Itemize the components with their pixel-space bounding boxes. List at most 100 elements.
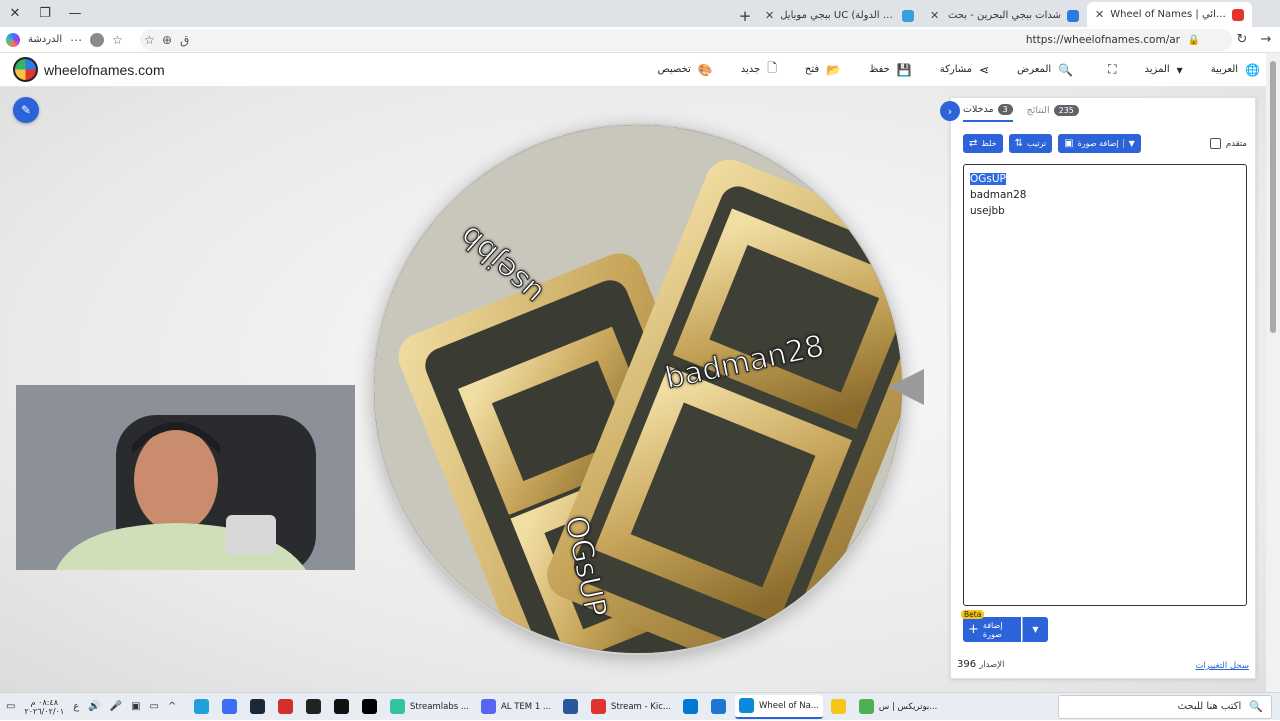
advanced-checkbox[interactable] [1209,138,1221,149]
chevron-down-icon[interactable]: ▼ [1122,139,1135,148]
favorite-icon[interactable]: ☆ [144,33,155,47]
url-field[interactable]: ☆ ⊕ ق https://wheelofnames.com/ar 🔒 [140,29,1232,51]
browser-tab[interactable]: شدات ببجي البحرين - بحث ✕ [922,4,1087,27]
clock[interactable]: ٠٨:٤٨ م ٢٠٢٦/٠٢/٠١ [24,698,64,716]
battery-icon[interactable]: ▭ [150,701,159,712]
sort-button[interactable]: ⇅ ترتيب [1008,134,1053,153]
taskbar-app[interactable] [330,695,354,719]
taskbar-app[interactable] [246,695,270,719]
app-icon [194,699,209,714]
window-restore-button[interactable]: ❐ [30,0,60,27]
menu-item-share[interactable]: ⋖ مشاركة [940,63,989,77]
menu-item-fullscreen[interactable]: ⛶ [1101,62,1116,77]
taskbar-apps: Streamlabs ... AL TEM 1 ... Stream - Kic..… [190,693,1040,721]
scrollbar-thumb[interactable] [1270,61,1276,333]
shuffle-button[interactable]: ⇄ خلط [963,134,1003,153]
taskbar-app[interactable] [827,695,851,719]
browser-tab[interactable]: ببجي موبايل UC (اسم الدولة) | خصم... ✕ [757,4,922,27]
brand-name: wheelofnames.com [44,61,165,78]
wheel[interactable]: usejbb badman28 OGsUP [372,123,904,655]
profile-avatar[interactable] [90,32,105,47]
entry-text: badman28 [970,189,1027,201]
chevron-down-icon[interactable]: ▼ [1022,617,1048,642]
back-icon[interactable]: → [1254,28,1278,52]
edit-icon[interactable]: ✎ [13,97,39,123]
refresh-icon[interactable]: ↻ [1230,28,1254,52]
taskbar-app[interactable] [218,695,242,719]
menu-item-caret-down[interactable]: ▾ المزيد [1145,63,1183,77]
app-icon [390,699,405,714]
app-icon [278,699,293,714]
taskbar-search[interactable]: 🔍 اكتب هنا للبحث [1058,694,1272,719]
changelog-link[interactable]: سجل التغييرات [1195,661,1249,671]
add-image-button[interactable]: ▣ إضافة صورة ▼ [1058,134,1141,153]
menu-item-palette[interactable]: 🎨 تخصيص [658,63,713,77]
tab-entries[interactable]: 3 مدخلات [963,102,1013,122]
volume-icon[interactable]: 🔊 [88,701,100,712]
tray-overflow-icon[interactable]: ^ [168,701,176,712]
browser-tab[interactable]: Wheel of Names | الاسم العشوائي ✕ [1087,2,1252,27]
translate-icon[interactable]: ق [180,33,189,47]
entry-line[interactable]: badman28 [970,187,1240,203]
taskbar-app[interactable]: Streamlabs ... [386,695,473,719]
browser-tabs: Wheel of Names | الاسم العشوائي✕شدات ببج… [733,2,1252,27]
network-icon[interactable]: ▣ [131,701,140,712]
results-count-badge: 235 [1053,105,1079,116]
app-icon [591,699,607,714]
entries-panel: › 3 مدخلات 235 النتائج ⇄ خلط ⇅ ترتيب ▣ إ… [940,97,1256,679]
collections-icon[interactable]: ☆ [112,33,123,47]
taskbar-app[interactable]: Wheel of Na... [735,694,823,719]
site-header: wheelofnames.com 🌐 العربية ▾ المزيد ⛶ 🔍 المعرض… [0,53,1266,87]
lock-icon[interactable]: 🔒 [1188,35,1200,46]
menu-item-label: العربية [1210,64,1239,75]
taskbar-app[interactable]: AL TEM 1 ... [477,695,555,719]
menu-item-file[interactable]: 🗋 جديد [741,59,777,80]
taskbar-app[interactable]: بوتريكس | س... [855,695,941,719]
brand[interactable]: wheelofnames.com [13,57,165,82]
add-image-bottom: + إضافة صورة ▼ Beta [961,610,1048,642]
version-number: 396 [957,659,977,670]
microphone-icon[interactable]: 🎤 [110,701,122,712]
tab-close-icon[interactable]: ✕ [1095,8,1104,21]
copilot-icon[interactable] [6,32,20,47]
language-indicator[interactable]: ع [73,701,79,712]
entries-textarea[interactable]: OGsUP badman28 usejbb [963,164,1247,606]
app-label: AL TEM 1 ... [500,701,552,712]
app-icon [334,699,349,714]
tab-results[interactable]: 235 النتائج [1027,102,1079,122]
tab-close-icon[interactable]: ✕ [930,9,939,22]
advanced-toggle[interactable]: متقدم [1209,138,1247,149]
taskbar-app[interactable] [707,695,731,719]
menu-item-folder[interactable]: 📂 فتح [805,63,841,77]
taskbar-app[interactable] [559,695,583,719]
window-minimize-button[interactable]: — [60,0,90,27]
taskbar-app[interactable] [302,695,326,719]
menu-item-save[interactable]: 💾 حفظ [869,63,912,77]
taskbar-app[interactable]: Stream - Kic... [587,695,675,719]
read-aloud-icon[interactable]: ⊕ [162,33,172,47]
taskbar-app[interactable] [358,695,382,719]
taskbar-app[interactable] [274,695,298,719]
taskbar-app[interactable] [679,695,703,719]
menu-item-label: مشاركة [939,64,973,75]
notification-icon[interactable]: ▭ [6,701,15,712]
more-icon[interactable]: ⋯ [70,33,82,47]
taskbar-app[interactable] [190,695,214,719]
app-icon [711,699,726,714]
tab-title: ببجي موبايل UC (اسم الدولة) | خصم... [780,10,896,21]
page-scrollbar[interactable] [1266,53,1280,692]
add-image-bottom-button[interactable]: + إضافة صورة [963,617,1021,642]
new-tab-button[interactable]: + [733,4,757,27]
chat-label[interactable]: الدردشة [28,34,62,45]
tab-close-icon[interactable]: ✕ [765,9,774,22]
app-label: Stream - Kic... [611,701,671,712]
window-close-button[interactable]: ✕ [0,0,30,27]
shuffle-label: خلط [981,139,997,148]
menu-item-search[interactable]: 🔍 المعرض [1017,63,1073,77]
entry-line[interactable]: OGsUP [970,171,1240,187]
entry-line[interactable]: usejbb [970,203,1240,219]
fullscreen-icon: ⛶ [1108,62,1117,76]
menu-item-label: تخصيص [657,64,691,75]
menu-item-globe[interactable]: 🌐 العربية [1211,63,1260,77]
collapse-panel-icon[interactable]: › [940,101,960,121]
